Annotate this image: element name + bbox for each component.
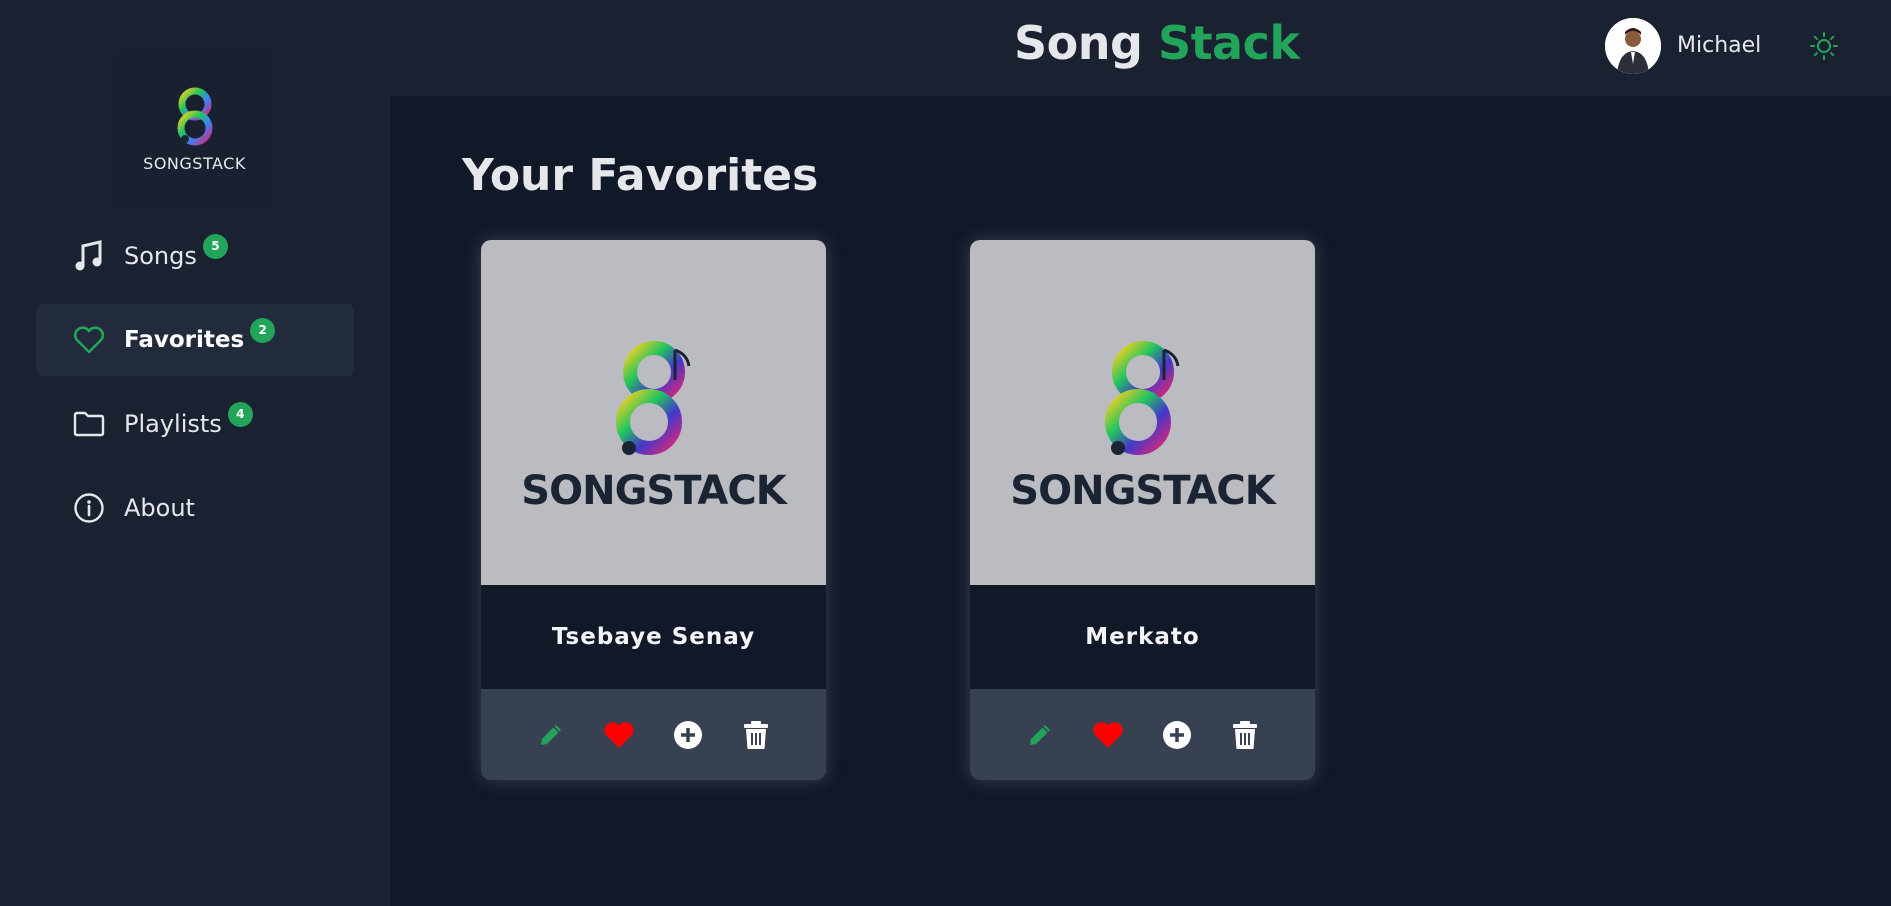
sidebar-item-playlists[interactable]: Playlists 4 — [36, 388, 354, 460]
edit-pencil-icon[interactable] — [1022, 717, 1058, 753]
sidebar-item-about[interactable]: About — [36, 472, 354, 544]
songstack-logo-icon — [177, 87, 212, 145]
song-cover-image: SONGSTACK — [481, 240, 826, 585]
app-logo[interactable]: SONGSTACK — [117, 50, 272, 208]
user-name[interactable]: Michael — [1677, 33, 1761, 58]
add-circle-icon[interactable] — [1159, 717, 1195, 753]
brand-title: Song Stack — [1014, 16, 1300, 70]
count-badge: 4 — [227, 401, 253, 427]
count-badge: 5 — [202, 233, 228, 259]
cover-logo-text: SONGSTACK — [1010, 467, 1275, 514]
avatar[interactable] — [1605, 18, 1661, 74]
theme-toggle-sun-icon[interactable] — [1808, 30, 1840, 62]
sidebar-item-favorites[interactable]: Favorites 2 — [36, 304, 354, 376]
song-title: Tsebaye Senay — [481, 585, 826, 689]
edit-pencil-icon[interactable] — [533, 717, 569, 753]
music-note-icon — [72, 239, 106, 273]
count-badge: 2 — [250, 317, 276, 343]
user-avatar-icon — [1605, 18, 1661, 74]
delete-trash-icon[interactable] — [738, 717, 774, 753]
cover-logo-text: SONGSTACK — [521, 467, 786, 514]
brand-title-part1: Song — [1014, 16, 1143, 70]
favorite-heart-icon[interactable] — [601, 717, 637, 753]
sidebar-item-label: About — [124, 494, 195, 522]
sidebar-item-label: Songs — [124, 242, 197, 270]
song-card[interactable]: SONGSTACK Tsebaye Senay — [481, 240, 826, 780]
sidebar-item-label: Favorites — [124, 327, 245, 353]
sidebar-item-label: Playlists — [124, 410, 222, 438]
sidebar-nav: Songs 5 Favorites 2 Playlists 4 About — [36, 220, 354, 556]
sidebar: SONGSTACK Songs 5 Favorites 2 Playlists … — [0, 0, 390, 906]
heart-icon — [72, 323, 106, 357]
info-icon — [72, 491, 106, 525]
delete-trash-icon[interactable] — [1227, 717, 1263, 753]
song-card[interactable]: SONGSTACK Merkato — [970, 240, 1315, 780]
page-title: Your Favorites — [462, 150, 819, 201]
logo-text: SONGSTACK — [143, 153, 246, 173]
song-cover-image: SONGSTACK — [970, 240, 1315, 585]
songstack-logo-icon — [1104, 340, 1179, 455]
folder-icon — [72, 407, 106, 441]
card-actions — [481, 689, 826, 780]
songstack-logo-icon — [615, 340, 690, 455]
song-title: Merkato — [970, 585, 1315, 689]
brand-title-part2: Stack — [1157, 16, 1300, 70]
sidebar-item-songs[interactable]: Songs 5 — [36, 220, 354, 292]
add-circle-icon[interactable] — [670, 717, 706, 753]
top-header: Song Stack Michael — [390, 0, 1891, 96]
favorite-heart-icon[interactable] — [1090, 717, 1126, 753]
card-actions — [970, 689, 1315, 780]
